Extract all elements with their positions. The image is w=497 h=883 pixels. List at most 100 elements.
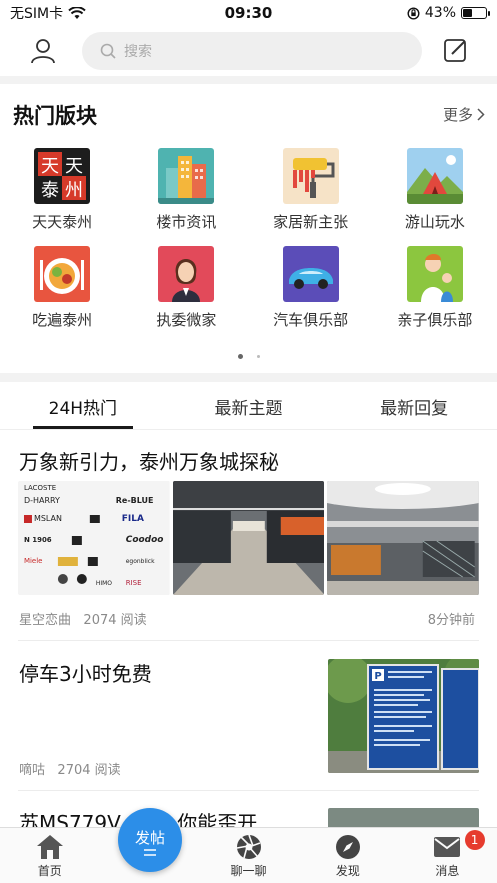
page-dot bbox=[256, 355, 260, 358]
brand-wall-image: LACOSTE D-HARRY Re-BLUE MSLAN FILA N 190… bbox=[18, 481, 170, 595]
section-travel[interactable]: 游山玩水 bbox=[373, 148, 497, 232]
section-committee[interactable]: 执委微家 bbox=[124, 246, 248, 330]
section-label: 游山玩水 bbox=[404, 213, 465, 231]
tab-chat[interactable]: 聊一聊 bbox=[199, 828, 298, 883]
section-home-decor[interactable]: 家居新主张 bbox=[249, 148, 373, 232]
post-image-row[interactable]: LACOSTE D-HARRY Re-BLUE MSLAN FILA N 190… bbox=[18, 481, 480, 595]
post-title[interactable]: 停车3小时免费 bbox=[19, 658, 152, 687]
section-real-estate[interactable]: 楼市资讯 bbox=[124, 148, 248, 232]
brand-logo: Coodoo bbox=[126, 535, 164, 545]
tab-discover[interactable]: 发现 bbox=[298, 828, 397, 883]
search-placeholder: 搜索 bbox=[124, 44, 152, 60]
section-food[interactable]: 吃遍泰州 bbox=[0, 246, 124, 330]
brand-logo: RISE bbox=[126, 579, 142, 587]
wifi-icon bbox=[68, 6, 86, 19]
search-bar[interactable]: 搜索 bbox=[82, 32, 422, 70]
post-reads: 2704 阅读 bbox=[57, 763, 121, 778]
brand-logo: egonblick bbox=[126, 558, 155, 565]
brand-logo: Miele bbox=[24, 557, 42, 565]
post-title[interactable]: 万象新引力，泰州万象城探秘 bbox=[19, 446, 279, 475]
svg-text:州: 州 bbox=[65, 180, 83, 201]
page-dot-active bbox=[237, 354, 243, 359]
tab-home[interactable]: 首页 bbox=[0, 828, 99, 883]
brand-logo: N 1906 bbox=[24, 536, 52, 544]
post-author[interactable]: 星空恋曲 bbox=[19, 613, 71, 628]
aperture-icon bbox=[236, 834, 261, 859]
status-bar: 无SIM卡 09:30 43% bbox=[0, 0, 497, 26]
status-left: 无SIM卡 bbox=[10, 3, 86, 23]
section-label: 天天泰州 bbox=[32, 213, 93, 231]
post-button-label: 发帖 bbox=[134, 828, 165, 847]
hot-sections-title: 热门版块 bbox=[13, 104, 97, 128]
parking-letter: P bbox=[374, 671, 381, 682]
section-label: 汽车俱乐部 bbox=[273, 311, 349, 329]
section-label: 家居新主张 bbox=[273, 213, 349, 231]
brand-logo: FILA bbox=[122, 514, 144, 524]
divider bbox=[18, 640, 479, 641]
message-badge: 1 bbox=[464, 830, 485, 850]
section-label: 楼市资讯 bbox=[156, 213, 217, 231]
mall-corridor-image bbox=[172, 481, 325, 595]
brand-logo: Re-BLUE bbox=[116, 496, 154, 505]
menu-lines-icon bbox=[144, 848, 156, 856]
chevron-right-icon bbox=[477, 108, 485, 121]
brand-logo: MSLAN bbox=[34, 514, 62, 523]
post-time: 8分钟前 bbox=[427, 613, 475, 628]
section-parent-child[interactable]: 亲子俱乐部 bbox=[373, 246, 497, 330]
more-label: 更多 bbox=[442, 106, 473, 124]
tab-messages[interactable]: 消息 1 bbox=[398, 828, 497, 883]
tab-label: 聊一聊 bbox=[230, 864, 267, 878]
brand-logo: D-HARRY bbox=[24, 496, 60, 505]
battery-icon bbox=[461, 7, 490, 19]
post-meta: 星空恋曲 2074 阅读 bbox=[19, 609, 147, 628]
page-indicator bbox=[0, 354, 497, 359]
user-profile-icon[interactable] bbox=[30, 38, 56, 64]
parking-sign-image[interactable]: P bbox=[328, 659, 479, 773]
woman-avatar-icon bbox=[158, 246, 215, 302]
status-right: 43% bbox=[407, 5, 490, 21]
search-icon bbox=[100, 43, 116, 59]
tab-label: 首页 bbox=[37, 864, 62, 878]
tent-mountain-icon bbox=[406, 148, 463, 204]
svg-text:泰: 泰 bbox=[41, 180, 59, 201]
tab-label: 发现 bbox=[335, 864, 360, 878]
more-link[interactable]: 更多 bbox=[443, 104, 485, 125]
section-label: 吃遍泰州 bbox=[32, 311, 93, 329]
bottom-tab-bar: 首页 聊一聊 发现 消息 1 bbox=[0, 827, 497, 883]
post-author[interactable]: 嘀咕 bbox=[19, 763, 45, 778]
divider bbox=[0, 76, 497, 84]
tab-label: 消息 bbox=[435, 864, 460, 878]
buildings-icon bbox=[158, 148, 215, 204]
svg-text:天: 天 bbox=[65, 156, 83, 177]
tab-24h-hot[interactable]: 24H热门 bbox=[0, 384, 166, 429]
orientation-lock-icon bbox=[407, 6, 420, 20]
divider bbox=[0, 373, 497, 382]
car-icon bbox=[282, 246, 339, 302]
parent-child-icon bbox=[406, 246, 463, 302]
divider bbox=[18, 790, 479, 791]
mail-icon bbox=[434, 837, 461, 857]
paint-roller-icon bbox=[282, 148, 339, 204]
tiantian-taizhou-logo: 天 天 泰 州 bbox=[34, 148, 91, 204]
section-label: 执委微家 bbox=[156, 311, 217, 329]
section-label: 亲子俱乐部 bbox=[397, 311, 473, 329]
feed-tabs: 24H热门 最新主题 最新回复 bbox=[0, 384, 497, 430]
section-tiantian-taizhou[interactable]: 天 天 泰 州 天天泰州 bbox=[0, 148, 124, 232]
post-meta: 嘀咕 2704 阅读 bbox=[19, 759, 121, 778]
compose-icon[interactable] bbox=[443, 37, 469, 63]
compass-icon bbox=[335, 835, 360, 859]
home-icon bbox=[36, 835, 63, 859]
post-reads: 2074 阅读 bbox=[83, 613, 147, 628]
tab-latest-topics[interactable]: 最新主题 bbox=[166, 384, 332, 429]
mall-atrium-image bbox=[327, 481, 480, 595]
brand-logo: LACOSTE bbox=[24, 484, 56, 492]
top-bar: 搜索 bbox=[0, 26, 497, 76]
svg-text:天: 天 bbox=[41, 156, 59, 177]
hot-sections-grid: 天 天 泰 州 天天泰州 楼市资讯 家居新主张 游山玩水 吃遍泰州 执委微家 汽… bbox=[0, 148, 497, 330]
carrier-text: 无SIM卡 bbox=[10, 6, 64, 22]
post-button[interactable]: 发帖 bbox=[118, 808, 182, 872]
brand-logo: HIMO bbox=[96, 580, 112, 587]
tab-latest-replies[interactable]: 最新回复 bbox=[331, 384, 497, 429]
section-car-club[interactable]: 汽车俱乐部 bbox=[249, 246, 373, 330]
food-plate-icon bbox=[34, 246, 91, 302]
